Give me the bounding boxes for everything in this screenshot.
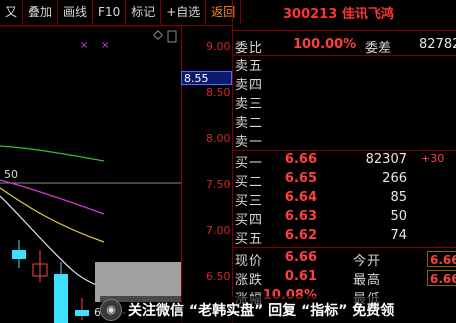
candle-body-1 xyxy=(12,250,26,259)
ask-row-3[interactable]: 卖三 xyxy=(233,93,456,113)
stat-label: 涨跌 xyxy=(235,273,264,288)
divider xyxy=(233,150,456,151)
bid-price: 6.63 xyxy=(284,209,317,224)
bid-volume: 50 xyxy=(390,209,407,224)
price-label-7.50: 7.50 xyxy=(206,178,231,191)
price-label-8.00: 8.00 xyxy=(206,132,231,145)
ask-label: 卖二 xyxy=(235,116,264,131)
watermark-text: 关注微信 “老韩实盘” 回复 “指标” 免费领 xyxy=(128,302,395,319)
marker-x-2: × xyxy=(101,40,109,51)
toolbar-button-add-watchlist[interactable]: +自选 xyxy=(161,0,207,24)
bid-volume: 74 xyxy=(390,228,407,243)
stat-value-high: 6.66 xyxy=(427,270,456,286)
stat-value: 0.61 xyxy=(284,269,317,284)
bid-row-2[interactable]: 买二 6.65 266 xyxy=(233,171,456,191)
candle-body-4 xyxy=(75,310,89,316)
toolbar-button-mark[interactable]: 标记 xyxy=(126,0,162,24)
bid-price: 6.64 xyxy=(284,190,317,205)
chart-toolbar: 又 叠加 画线 F10 标记 +自选 返回 xyxy=(0,0,242,26)
bid-volume: 266 xyxy=(382,171,407,186)
ask-row-5[interactable]: 卖五 xyxy=(233,55,456,75)
stock-header: 300213 佳讯飞鸿 xyxy=(233,0,456,31)
ma-value-label: 50 xyxy=(4,168,18,181)
bid-row-1[interactable]: 买一 6.66 82307 +30 xyxy=(233,152,456,172)
toolbar-button-overlay[interactable]: 叠加 xyxy=(23,0,59,24)
stock-code: 300213 xyxy=(283,7,338,22)
wechat-icon: ◉ xyxy=(100,298,122,321)
weibi-value: 100.00% xyxy=(293,37,357,52)
watermark-banner: ◉ 关注微信 “老韩实盘” 回复 “指标” 免费领 xyxy=(100,296,456,323)
bid-label: 买二 xyxy=(235,175,264,190)
bid-row-5[interactable]: 买五 6.62 74 xyxy=(233,228,456,248)
price-label-9.00: 9.00 xyxy=(206,40,231,53)
bid-price: 6.65 xyxy=(284,171,317,186)
marker-box xyxy=(167,30,177,43)
stock-name: 佳讯飞鸿 xyxy=(341,7,394,22)
stat-value: 6.66 xyxy=(284,250,317,265)
bid-label: 买一 xyxy=(235,156,264,171)
stat-row-change: 涨跌 0.61 xyxy=(233,269,456,289)
stat-value-open: 6.66 xyxy=(427,251,456,267)
price-label-7.00: 7.00 xyxy=(206,224,231,237)
bid-change: +30 xyxy=(421,152,445,165)
price-label-8.50: 8.50 xyxy=(206,86,231,99)
stat-label: 现价 xyxy=(235,254,264,269)
ask-row-1[interactable]: 卖一 xyxy=(233,131,456,151)
ma-line-green xyxy=(0,145,105,162)
weicha-label: 委差 xyxy=(365,41,392,56)
ask-label: 卖一 xyxy=(235,135,264,150)
marker-diamond xyxy=(153,30,163,40)
bid-label: 买三 xyxy=(235,194,264,209)
price-label-6.50: 6.50 xyxy=(206,270,231,283)
quote-panel: 300213 佳讯飞鸿 委比 100.00% 委差 82782 卖五 卖四 卖三… xyxy=(232,0,456,323)
bid-row-4[interactable]: 买四 6.63 50 xyxy=(233,209,456,229)
ma-line-magenta xyxy=(0,179,105,215)
divider xyxy=(233,247,456,248)
stat-label-high: 最高 xyxy=(353,273,382,288)
toolbar-button-period[interactable]: 又 xyxy=(0,0,24,24)
ask-row-2[interactable]: 卖二 xyxy=(233,112,456,132)
bid-volume: 82307 xyxy=(365,152,407,167)
weicha-value: 82782 xyxy=(419,37,456,52)
bid-price: 6.66 xyxy=(284,152,317,167)
current-price-marker: 8.55 xyxy=(181,71,232,85)
ask-label: 卖四 xyxy=(235,78,264,93)
ask-row-4[interactable]: 卖四 xyxy=(233,74,456,94)
stat-row-price: 现价 6.66 xyxy=(233,250,456,270)
weibi-label: 委比 xyxy=(235,41,264,56)
bid-price: 6.62 xyxy=(284,228,317,243)
candle-body-3 xyxy=(54,274,68,323)
stat-label-open: 今开 xyxy=(353,254,382,269)
bid-row-3[interactable]: 买三 6.64 85 xyxy=(233,190,456,210)
marker-x-1: × xyxy=(80,40,88,51)
ask-label: 卖五 xyxy=(235,59,264,74)
bid-volume: 85 xyxy=(390,190,407,205)
ma-line-white xyxy=(0,195,105,289)
bid-label: 买五 xyxy=(235,232,264,247)
ask-label: 卖三 xyxy=(235,97,264,112)
toolbar-button-f10[interactable]: F10 xyxy=(93,0,127,24)
bid-label: 买四 xyxy=(235,213,264,228)
toolbar-button-draw-line[interactable]: 画线 xyxy=(58,0,94,24)
